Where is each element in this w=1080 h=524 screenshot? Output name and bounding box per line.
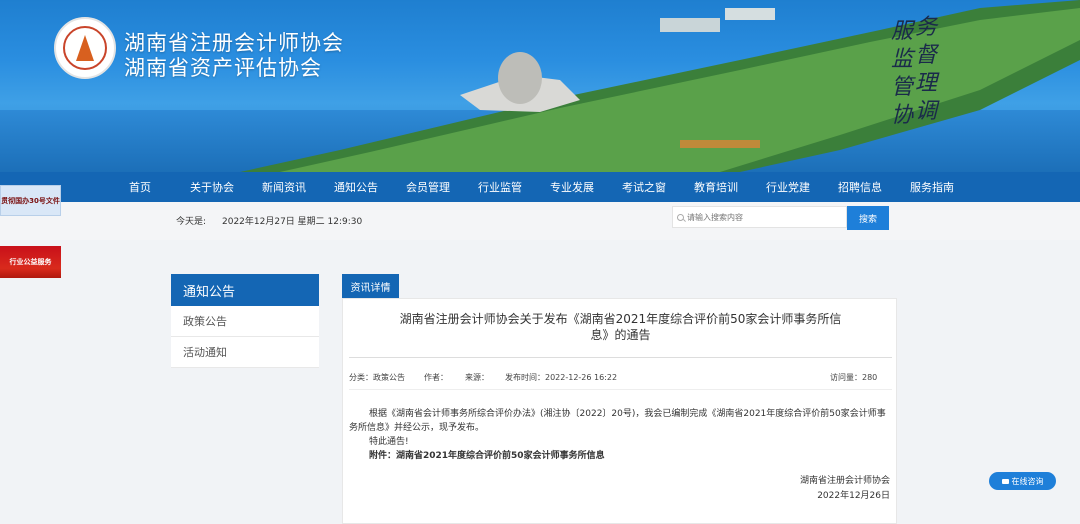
slogan-char: 务 bbox=[915, 15, 938, 40]
article-panel: 湖南省注册会计师协会关于发布《湖南省2021年度综合评价前50家会计师事务所信息… bbox=[342, 298, 897, 524]
tab-article-detail[interactable]: 资讯详情 bbox=[342, 274, 399, 298]
nav-item-notices[interactable]: 通知公告 bbox=[320, 172, 392, 202]
signature-date: 2022年12月26日 bbox=[817, 491, 890, 501]
article-source: 来源： bbox=[465, 373, 489, 382]
banner-island-illustration bbox=[240, 0, 1080, 172]
nav-item-news[interactable]: 新闻资讯 bbox=[248, 172, 320, 202]
sidebar-item-policy[interactable]: 政策公告 bbox=[171, 306, 319, 337]
current-date: 2022年12月27日 星期二 12:9:30 bbox=[222, 217, 363, 227]
slogan-column-1: 服 监 管 协 bbox=[891, 18, 917, 130]
search-input[interactable] bbox=[672, 206, 847, 228]
online-consult-button[interactable]: 在线咨询 bbox=[989, 472, 1056, 490]
title-divider bbox=[349, 357, 892, 358]
search-button[interactable]: 搜索 bbox=[847, 206, 889, 230]
date-search-bar: 今天是: 2022年12月27日 星期二 12:9:30 搜索 bbox=[0, 202, 1080, 240]
sidebar-item-activities[interactable]: 活动通知 bbox=[171, 337, 319, 368]
meta-divider bbox=[349, 389, 892, 390]
nav-item-home[interactable]: 首页 bbox=[104, 172, 176, 202]
ad-public-label: 行业公益服务 bbox=[9, 258, 52, 266]
ad-doc-label: 贯彻国办30号文件 bbox=[1, 196, 60, 205]
slogan-char: 调 bbox=[915, 99, 938, 124]
slogan-char: 服 bbox=[891, 19, 914, 44]
nav-item-service-guide[interactable]: 服务指南 bbox=[896, 172, 968, 202]
sidebar-title: 通知公告 bbox=[171, 274, 319, 306]
main-nav: 首页 关于协会 新闻资讯 通知公告 会员管理 行业监管 专业发展 考试之窗 教育… bbox=[0, 172, 1080, 202]
slogan-char: 监 bbox=[891, 47, 914, 72]
ad-public-service[interactable]: 行业公益服务 bbox=[0, 246, 61, 278]
slogan-char: 协 bbox=[891, 103, 914, 128]
sidebar: 通知公告 政策公告 活动通知 bbox=[171, 274, 319, 368]
chat-icon bbox=[1001, 478, 1009, 484]
signature-org: 湖南省注册会计师协会 bbox=[799, 476, 890, 486]
nav-item-supervision[interactable]: 行业监管 bbox=[464, 172, 536, 202]
article-publish-time: 发布时间：2022-12-26 16:22 bbox=[505, 373, 618, 382]
header-banner: 湖南省注册会计师协会 湖南省资产评估协会 服 监 管 协 务 督 理 调 bbox=[0, 0, 1080, 172]
ad-guoban-30-document[interactable]: 贯彻国办30号文件 bbox=[0, 185, 61, 216]
slogan-column-2: 务 督 理 调 bbox=[915, 14, 941, 126]
search-icon bbox=[677, 214, 684, 221]
article-category: 分类：政策公告 bbox=[349, 373, 405, 382]
slogan-char: 管 bbox=[891, 75, 914, 100]
nav-item-about[interactable]: 关于协会 bbox=[176, 172, 248, 202]
slogan-char: 督 bbox=[915, 43, 938, 68]
slogan-char: 理 bbox=[915, 71, 938, 96]
association-logo[interactable] bbox=[54, 17, 116, 79]
article-body: 根据《湖南省会计师事务所综合评价办法》(湘注协〔2022〕20号)，我会已编制完… bbox=[349, 407, 894, 463]
article-visit-count: 访问量：280 bbox=[830, 373, 878, 382]
article-paragraph: 根据《湖南省会计师事务所综合评价办法》(湘注协〔2022〕20号)，我会已编制完… bbox=[349, 409, 886, 433]
nav-item-development[interactable]: 专业发展 bbox=[536, 172, 608, 202]
nav-item-members[interactable]: 会员管理 bbox=[392, 172, 464, 202]
nav-item-jobs[interactable]: 招聘信息 bbox=[824, 172, 896, 202]
online-consult-label: 在线咨询 bbox=[1011, 476, 1044, 486]
article-signature: 湖南省注册会计师协会 2022年12月26日 bbox=[800, 474, 890, 504]
nav-item-exams[interactable]: 考试之窗 bbox=[608, 172, 680, 202]
attachment-link[interactable]: 附件：湖南省2021年度综合评价前50家会计师事务所信息 bbox=[349, 449, 894, 463]
date-label: 今天是: bbox=[176, 217, 207, 227]
nav-item-training[interactable]: 教育培训 bbox=[680, 172, 752, 202]
article-author: 作者： bbox=[424, 373, 448, 382]
article-paragraph: 特此通告! bbox=[369, 437, 409, 447]
nav-item-party[interactable]: 行业党建 bbox=[752, 172, 824, 202]
article-title: 湖南省注册会计师协会关于发布《湖南省2021年度综合评价前50家会计师事务所信息… bbox=[399, 312, 842, 342]
org-name-asset-appraisal: 湖南省资产评估协会 bbox=[124, 56, 322, 80]
